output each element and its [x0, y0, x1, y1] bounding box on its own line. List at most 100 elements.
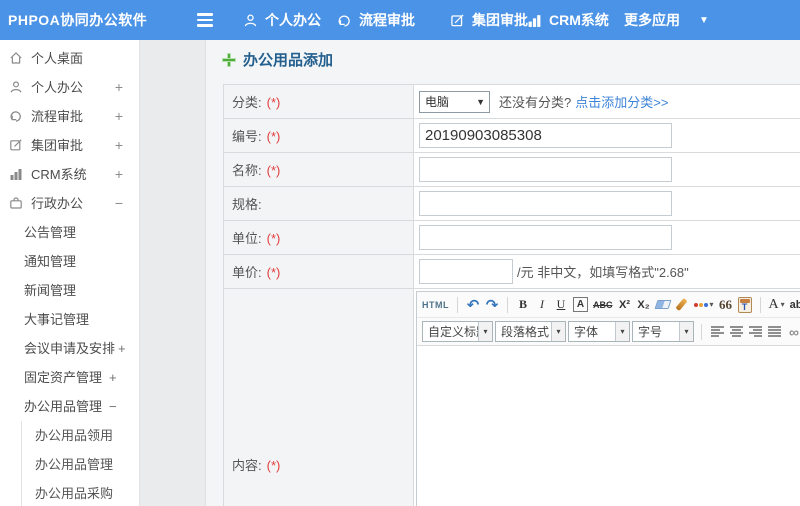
align-center-button[interactable]: [728, 322, 745, 342]
expand-icon[interactable]: +: [118, 341, 126, 356]
home-icon: [9, 46, 23, 75]
collapse-icon[interactable]: −: [115, 189, 123, 218]
sidebar-item-label: 办公用品采购: [35, 486, 114, 501]
sidebar-item-crm-system[interactable]: CRM系统 +: [0, 160, 139, 189]
required-mark: (*): [266, 231, 281, 246]
sidebar-item-supplies-purchase[interactable]: 办公用品采购: [0, 479, 139, 506]
toolbar-separator: [457, 296, 458, 313]
page-title: 办公用品添加: [243, 52, 334, 69]
sidebar-item-fixed-assets-mgmt[interactable]: 固定资产管理 +: [0, 363, 139, 392]
price-format-note: /元 非中文，如填写格式"2.68": [517, 265, 689, 280]
nav-crm-system[interactable]: CRM系统: [527, 0, 609, 40]
menu-toggle-icon[interactable]: [197, 13, 213, 27]
sidebar-item-supplies-management[interactable]: 办公用品管理: [0, 450, 139, 479]
align-left-button[interactable]: [709, 322, 726, 342]
html-source-button[interactable]: HTML: [422, 295, 449, 315]
superscript-button[interactable]: X²: [618, 295, 632, 315]
sidebar-item-office-supplies-mgmt[interactable]: 办公用品管理 −: [0, 392, 139, 421]
code-input[interactable]: [419, 123, 672, 148]
select-arrow-icon: ▾: [679, 322, 693, 341]
category-select[interactable]: 电脑 ▼: [419, 90, 490, 113]
font-style-button[interactable]: A: [573, 297, 588, 312]
nav-group-approval[interactable]: 集团审批: [450, 0, 528, 40]
user-icon: [9, 75, 23, 104]
align-center-icon: [730, 326, 743, 337]
unit-input[interactable]: [419, 225, 672, 250]
caret-down-icon: ▾: [709, 300, 714, 309]
nav-label: 更多应用: [624, 12, 680, 28]
align-right-button[interactable]: [747, 322, 764, 342]
blockquote-button[interactable]: 66: [719, 295, 733, 315]
nav-personal-office[interactable]: 个人办公: [243, 0, 321, 40]
paste-text-button[interactable]: T: [737, 295, 752, 315]
expand-icon[interactable]: +: [109, 370, 117, 385]
sidebar-item-notice-mgmt[interactable]: 通知管理: [0, 247, 139, 276]
sidebar-item-label: 个人桌面: [31, 51, 84, 66]
font-color-button[interactable]: A ▾: [769, 295, 785, 315]
expand-icon[interactable]: +: [115, 160, 123, 189]
sidebar-item-announcement-mgmt[interactable]: 公告管理: [0, 218, 139, 247]
collapse-icon[interactable]: −: [109, 399, 117, 414]
editor-content-area[interactable]: [417, 346, 800, 506]
form-row-code: 编号: (*): [223, 118, 800, 153]
sidebar-item-desktop[interactable]: 个人桌面: [0, 44, 139, 73]
highlight-color-button[interactable]: ab / ▾: [790, 295, 800, 315]
required-mark: (*): [266, 458, 281, 473]
nav-workflow-approval[interactable]: 流程审批: [337, 0, 415, 40]
sidebar-item-label: 行政办公: [31, 196, 84, 211]
italic-button[interactable]: I: [535, 295, 549, 315]
field-label: 编号:: [232, 129, 262, 144]
sidebar-item-news-mgmt[interactable]: 新闻管理: [0, 276, 139, 305]
font-family-select[interactable]: 字体 ▾: [568, 321, 630, 342]
sidebar-item-workflow-approval[interactable]: 流程审批 +: [0, 102, 139, 131]
sidebar-item-label: 公告管理: [24, 225, 77, 240]
font-size-select[interactable]: 字号 ▾: [632, 321, 694, 342]
style-palette-button[interactable]: ▾: [693, 295, 714, 315]
field-label: 名称:: [232, 163, 262, 178]
sidebar-item-meeting-mgmt[interactable]: 会议申请及安排 +: [0, 334, 139, 363]
sidebar-item-group-approval[interactable]: 集团审批 +: [0, 131, 139, 160]
sidebar-item-supplies-requisition[interactable]: 办公用品领用: [0, 421, 139, 450]
required-mark: (*): [266, 163, 281, 178]
sidebar: 个人桌面 个人办公 + 流程审批 + 集团审批 + CRM系统 + 行政办公 −…: [0, 40, 140, 506]
add-category-link[interactable]: 点击添加分类>>: [575, 92, 668, 111]
name-input[interactable]: [419, 157, 672, 182]
sidebar-item-events-mgmt[interactable]: 大事记管理: [0, 305, 139, 334]
spec-input[interactable]: [419, 191, 672, 216]
format-brush-button[interactable]: [675, 295, 689, 315]
sidebar-item-admin-office[interactable]: 行政办公 −: [0, 189, 139, 218]
strikethrough-button[interactable]: ABC: [593, 295, 613, 315]
redo-button[interactable]: ↷: [485, 295, 499, 315]
nav-label: 个人办公: [265, 12, 321, 28]
select-label: 自定义标题: [428, 325, 478, 339]
insert-link-button[interactable]: ∞: [789, 324, 799, 340]
expand-icon[interactable]: +: [115, 73, 123, 102]
expand-icon[interactable]: +: [115, 131, 123, 160]
add-supplies-form: 分类: (*) 电脑 ▼ 还没有分类? 点击添加分类>> 编号: (*) 201…: [223, 84, 800, 506]
form-row-spec: 规格:: [223, 186, 800, 221]
sidebar-item-label: 会议申请及安排: [24, 341, 116, 356]
font-color-label: A: [768, 296, 779, 312]
custom-heading-select[interactable]: 自定义标题 ▾: [422, 321, 493, 342]
undo-button[interactable]: ↶: [466, 295, 480, 315]
flow-arrow-icon: [9, 104, 23, 133]
sidebar-item-personal-office[interactable]: 个人办公 +: [0, 73, 139, 102]
expand-icon[interactable]: +: [115, 102, 123, 131]
burger-bar: [197, 24, 213, 27]
field-label: 单价:: [232, 265, 262, 280]
select-arrow-icon: ▾: [551, 322, 565, 341]
eraser-button[interactable]: [654, 295, 671, 315]
category-selected-value: 电脑: [425, 95, 450, 109]
sidebar-item-label: 大事记管理: [24, 312, 90, 327]
nav-label: 集团审批: [472, 12, 528, 28]
bold-button[interactable]: B: [516, 295, 530, 315]
briefcase-icon: [9, 191, 23, 220]
underline-button[interactable]: U: [554, 295, 568, 315]
paragraph-format-select[interactable]: 段落格式 ▾: [495, 321, 566, 342]
sidebar-item-label: 通知管理: [24, 254, 77, 269]
subscript-button[interactable]: X₂: [637, 295, 651, 315]
align-justify-button[interactable]: [766, 322, 783, 342]
nav-more-apps[interactable]: 更多应用 ▼: [624, 0, 709, 40]
bar-chart-icon: [527, 13, 542, 28]
price-input[interactable]: [419, 259, 513, 284]
